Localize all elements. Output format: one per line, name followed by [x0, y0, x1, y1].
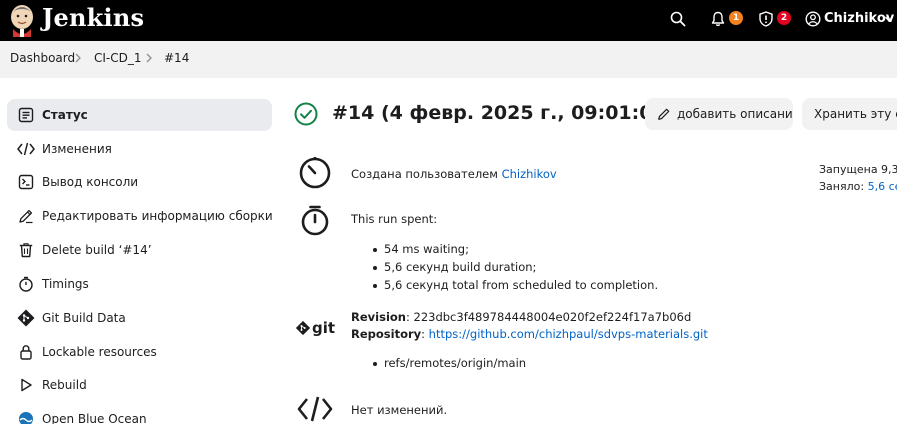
sidebar-item-timings[interactable]: Timings	[7, 268, 272, 300]
breadcrumb-build[interactable]: #14	[164, 51, 189, 65]
search-icon[interactable]	[668, 9, 688, 29]
sidebar-item-rebuild[interactable]: Rebuild	[7, 369, 272, 401]
sidebar-item-label: Rebuild	[42, 378, 87, 392]
started-ago: Запущена 9,3 с	[819, 163, 897, 176]
sidebar-item-blue-ocean[interactable]: Open Blue Ocean	[7, 403, 272, 424]
run-spent-label: This run spent:	[351, 212, 438, 226]
started-by-user-link[interactable]: Chizhikov	[502, 167, 557, 181]
stopwatch-icon	[297, 202, 333, 238]
play-icon	[16, 375, 36, 395]
keep-build-button[interactable]: Хранить эту сбо	[802, 98, 897, 130]
jenkins-logo-icon[interactable]	[9, 3, 35, 37]
sidebar-item-label: Timings	[42, 277, 89, 291]
repository-label: Repository	[351, 327, 422, 341]
app-brand[interactable]: Jenkins	[42, 3, 144, 32]
breadcrumb-dashboard[interactable]: Dashboard	[10, 51, 75, 65]
revision-label: Revision	[351, 310, 406, 324]
started-by-text: Создана пользователем Chizhikov	[351, 167, 557, 181]
duration-build: 5,6 секунд build duration;	[372, 260, 537, 274]
add-description-label: добавить описание	[677, 107, 793, 121]
chevron-right-icon	[75, 53, 81, 63]
sidebar-item-label: Изменения	[42, 142, 112, 156]
user-avatar-icon[interactable]	[803, 9, 823, 29]
sidebar-item-label: Вывод консоли	[42, 175, 139, 189]
took-prefix: Заняло:	[819, 180, 868, 193]
shield-icon[interactable]	[756, 9, 776, 29]
sidebar-item-label: Lockable resources	[42, 345, 157, 359]
git-icon	[16, 308, 36, 328]
no-changes-text: Нет изменений.	[351, 403, 448, 417]
timer-icon	[297, 154, 333, 190]
build-took: Заняло: 5,6 секу	[819, 180, 897, 193]
edit-icon	[16, 206, 36, 226]
git-logo-text: git	[312, 319, 336, 337]
success-check-icon	[294, 102, 318, 126]
keep-build-label: Хранить эту сбо	[814, 107, 897, 121]
sidebar-item-edit-build[interactable]: Редактировать информацию сборки	[7, 200, 273, 232]
lock-icon	[16, 342, 36, 362]
sidebar-item-label: Статус	[42, 108, 88, 122]
chevron-right-icon	[146, 53, 152, 63]
blue-ocean-icon	[16, 409, 36, 424]
ref-item: refs/remotes/origin/main	[372, 356, 527, 370]
duration-waiting: 54 ms waiting;	[373, 242, 469, 256]
git-logo-icon: git	[296, 318, 336, 338]
terminal-icon	[16, 172, 36, 192]
pencil-icon	[658, 108, 670, 120]
sidebar-item-status[interactable]: Статус	[7, 99, 272, 131]
sidebar-item-label: Редактировать информацию сборки	[42, 209, 273, 223]
sidebar-item-git-build-data[interactable]: Git Build Data	[7, 302, 272, 334]
revision-value: : 223dbc3f489784448004e020f2ef224f17a7b0…	[405, 310, 692, 324]
sidebar-item-label: Git Build Data	[42, 311, 126, 325]
duration-total: 5,6 секунд total from scheduled to compl…	[372, 278, 659, 292]
sidebar-item-label: Open Blue Ocean	[42, 412, 147, 424]
chevron-down-icon[interactable]	[881, 9, 897, 29]
sidebar-item-delete-build[interactable]: Delete build ‘#14’	[7, 234, 272, 266]
breadcrumb-job[interactable]: CI-CD_1	[94, 51, 142, 65]
notifications-badge: 1	[729, 11, 743, 25]
took-duration-link[interactable]: 5,6 секу	[868, 180, 897, 193]
repository-url-link[interactable]: https://github.com/chizhpaul/sdvps-mater…	[429, 327, 708, 341]
code-icon	[16, 139, 36, 159]
repository-separator: :	[421, 327, 429, 341]
add-description-button[interactable]: добавить описание	[645, 98, 793, 130]
top-header: Jenkins 1 2 Chizhikov	[0, 0, 897, 41]
sidebar-item-lockable-resources[interactable]: Lockable resources	[7, 336, 272, 368]
code-icon	[297, 391, 333, 424]
sidebar-item-changes[interactable]: Изменения	[7, 133, 272, 165]
started-by-prefix: Создана пользователем	[351, 167, 502, 181]
revision-row: Revision: 223dbc3f489784448004e020f2ef22…	[351, 310, 691, 324]
repository-row: Repository: https://github.com/chizhpaul…	[351, 327, 708, 341]
status-icon	[16, 105, 36, 125]
sidebar-item-console[interactable]: Вывод консоли	[7, 166, 272, 198]
bell-icon[interactable]	[708, 9, 728, 29]
sidebar-item-label: Delete build ‘#14’	[42, 243, 152, 257]
trash-icon	[16, 240, 36, 260]
stopwatch-icon	[16, 274, 36, 294]
page-title: #14 (4 февр. 2025 г., 09:01:04)	[332, 102, 675, 124]
security-badge: 2	[777, 11, 791, 25]
